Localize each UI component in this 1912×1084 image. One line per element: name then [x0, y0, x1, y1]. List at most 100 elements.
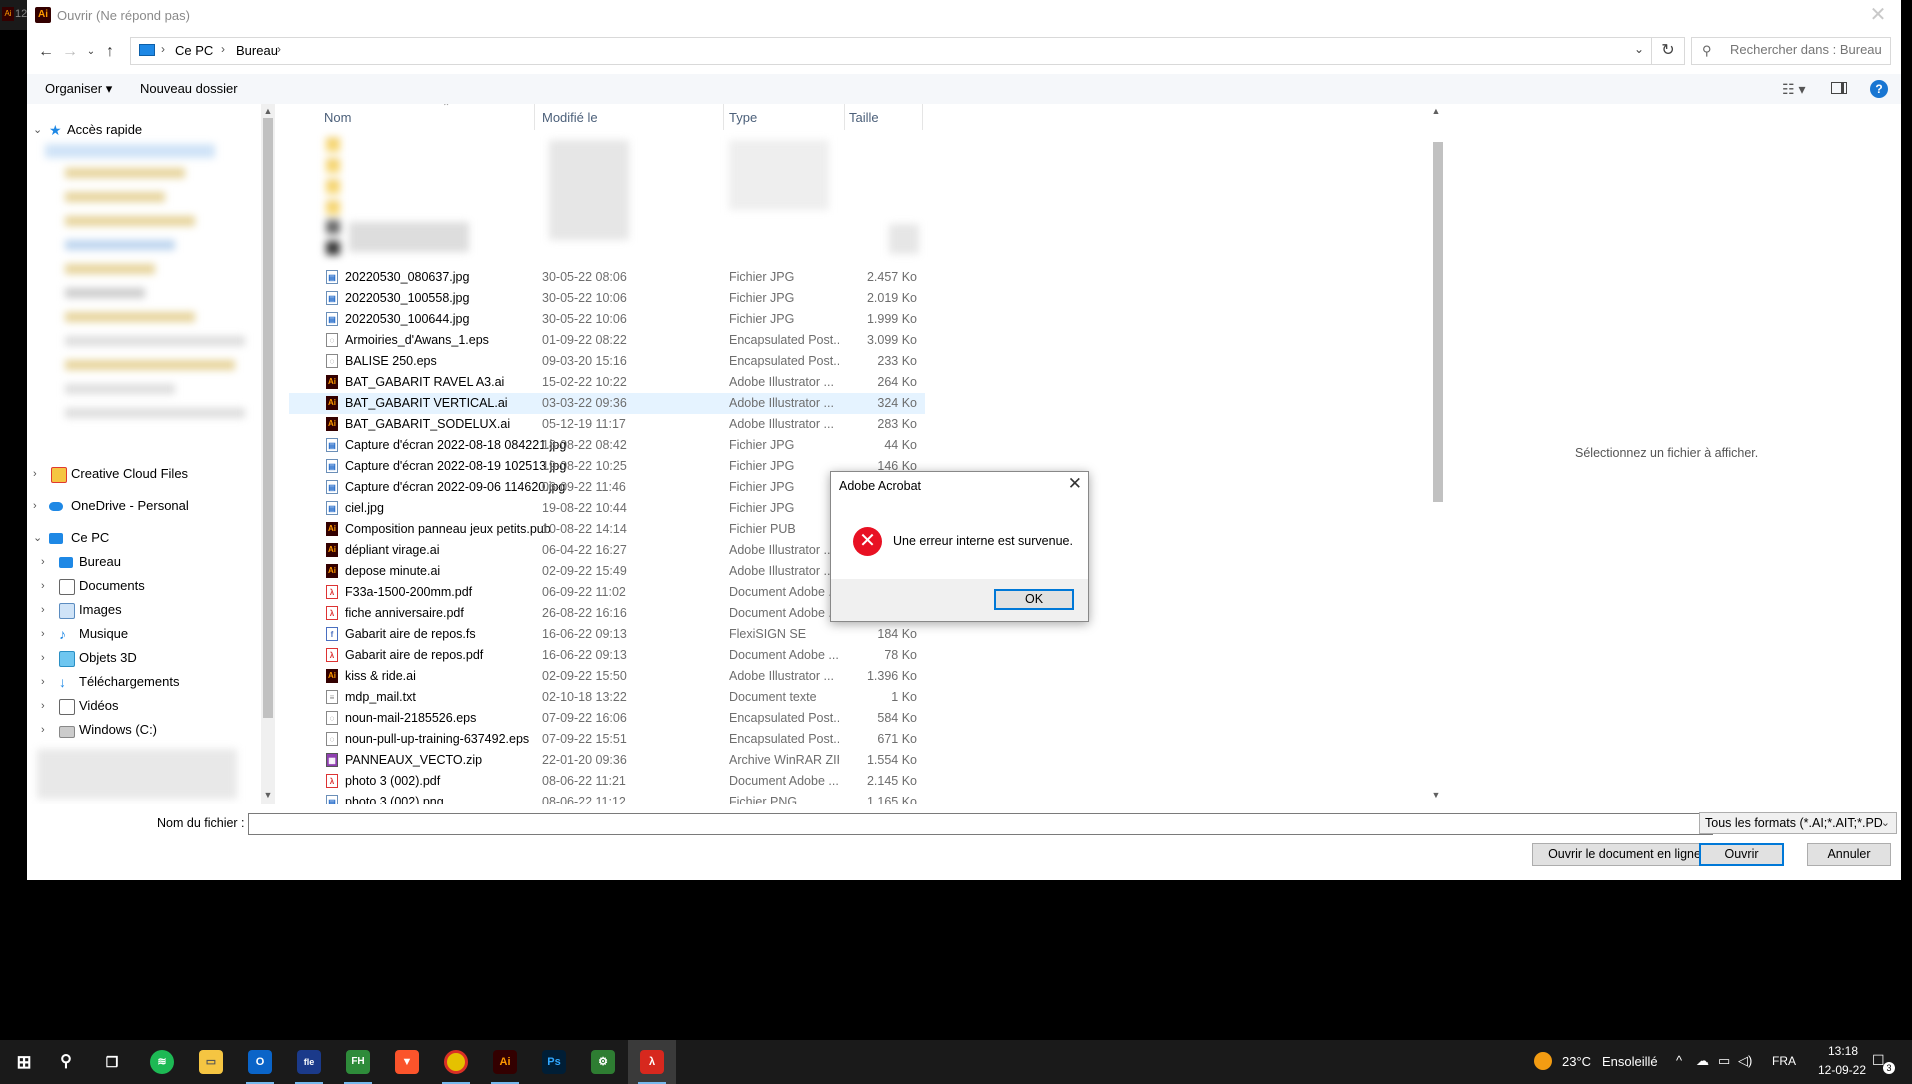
collapsed-chevron-icon[interactable]: ›	[41, 694, 45, 718]
nav-item-documents[interactable]: › Documents	[27, 574, 259, 598]
file-type-filter[interactable]: Tous les formats (*.AI;*.AIT;*.PD ⌄	[1699, 812, 1897, 834]
scroll-down-icon[interactable]: ▼	[1429, 790, 1443, 800]
close-window-button[interactable]: ✕	[1855, 0, 1901, 30]
nav-item-this-pc[interactable]: ⌄ Ce PC	[27, 526, 259, 550]
outlook-app[interactable]: O	[236, 1040, 284, 1084]
new-folder-button[interactable]: Nouveau dossier	[140, 81, 238, 96]
collapsed-chevron-icon[interactable]: ›	[41, 670, 45, 694]
expanded-chevron-icon[interactable]: ⌄	[33, 526, 42, 550]
table-row[interactable]: Ai BAT_GABARIT VERTICAL.ai 03-03-22 09:36 A…	[289, 393, 925, 414]
table-row[interactable]: ◌ noun-mail-2185526.eps 07-09-22 16:06 Enca…	[289, 708, 925, 729]
close-icon[interactable]: ✕	[1068, 474, 1082, 494]
chevron-up-icon[interactable]: ^	[1676, 1053, 1682, 1068]
clock-time[interactable]: 13:18	[1818, 1044, 1868, 1058]
table-row[interactable]: ◌ noun-pull-up-training-637492.eps 07-09-2…	[289, 729, 925, 750]
scroll-up-icon[interactable]: ▲	[261, 106, 275, 116]
search-input[interactable]	[1730, 42, 1885, 57]
start-button[interactable]: ⊞	[0, 1040, 48, 1084]
table-row[interactable]: f Gabarit aire de repos.fs 16-06-22 09:13 F…	[289, 624, 925, 645]
task-view-button[interactable]: ❐	[88, 1040, 136, 1084]
scroll-down-icon[interactable]: ▼	[261, 790, 275, 800]
weather-description[interactable]: Ensoleillé	[1602, 1054, 1658, 1069]
spotify-app[interactable]: ≋	[138, 1040, 186, 1084]
nav-item-music[interactable]: › ♪ Musique	[27, 622, 259, 646]
taskbar-search-button[interactable]: ⚲	[42, 1040, 90, 1084]
refresh-icon[interactable]: ↻	[1651, 38, 1684, 64]
help-icon[interactable]: ?	[1870, 80, 1888, 98]
back-arrow-icon[interactable]: ←	[34, 40, 58, 64]
volume-icon[interactable]: ◁)	[1738, 1053, 1752, 1069]
nav-item-creative-cloud[interactable]: › Creative Cloud Files	[27, 462, 259, 486]
table-row[interactable]: Ai BAT_GABARIT_SODELUX.ai 05-12-19 11:17 Ad…	[289, 414, 925, 435]
weather-temperature[interactable]: 23°C	[1562, 1054, 1591, 1069]
breadcrumb-separator-icon[interactable]: ›	[277, 42, 281, 56]
photoshop-app[interactable]: Ps	[530, 1040, 578, 1084]
open-online-button[interactable]: Ouvrir le document en ligne	[1532, 843, 1717, 866]
sun-icon[interactable]	[1534, 1052, 1552, 1070]
preview-pane-icon[interactable]	[1831, 82, 1847, 94]
nav-item-3d-objects[interactable]: › Objets 3D	[27, 646, 259, 670]
collapsed-chevron-icon[interactable]: ›	[41, 646, 45, 670]
expanded-chevron-icon[interactable]: ⌄	[33, 118, 42, 142]
network-icon[interactable]: ▭	[1718, 1053, 1730, 1069]
table-row[interactable]: λ photo 3 (002).pdf 08-06-22 11:21 Document…	[289, 771, 925, 792]
brave-app[interactable]: ▼	[383, 1040, 431, 1084]
column-header-name[interactable]: Nom	[324, 110, 351, 125]
input-language[interactable]: FRA	[1772, 1054, 1796, 1068]
collapsed-chevron-icon[interactable]: ›	[33, 494, 37, 518]
cloud-icon[interactable]: ☁	[1696, 1053, 1709, 1069]
table-row[interactable]: Ai kiss & ride.ai 02-09-22 15:50 Adobe Illu…	[289, 666, 925, 687]
scroll-up-icon[interactable]: ▲	[1429, 106, 1443, 116]
ok-button[interactable]: OK	[994, 589, 1074, 610]
settings-app[interactable]: ⚙	[579, 1040, 627, 1084]
file-list-scrollbar[interactable]: ▲ ▼	[1429, 104, 1445, 804]
table-row[interactable]: ≡ mdp_mail.txt 02-10-18 13:22 Document text…	[289, 687, 925, 708]
file-explorer-app[interactable]: ▭	[187, 1040, 235, 1084]
nav-item-quick-access[interactable]: ⌄ ★ Accès rapide	[27, 118, 259, 142]
search-box[interactable]: ⚲	[1691, 37, 1891, 65]
navigation-scrollbar[interactable]: ▲ ▼	[261, 104, 275, 804]
collapsed-chevron-icon[interactable]: ›	[41, 718, 45, 742]
column-divider[interactable]	[922, 104, 923, 130]
clock-date[interactable]: 12-09-22	[1814, 1063, 1870, 1077]
table-row[interactable]: ▦ PANNEAUX_VECTO.zip 22-01-20 09:36 Archive…	[289, 750, 925, 771]
filename-field[interactable]: ⌄	[248, 813, 1713, 835]
column-header-modified[interactable]: Modifié le	[542, 110, 598, 125]
filename-input[interactable]	[253, 816, 1673, 830]
nav-item-pictures[interactable]: › Images	[27, 598, 259, 622]
collapsed-chevron-icon[interactable]: ›	[41, 622, 45, 646]
open-button[interactable]: Ouvrir	[1699, 843, 1784, 866]
table-row[interactable]: ◌ BALISE 250.eps 09-03-20 15:16 Encapsulate…	[289, 351, 925, 372]
nav-item-videos[interactable]: › Vidéos	[27, 694, 259, 718]
table-row[interactable]: ▤ 20220530_100644.jpg 30-05-22 10:06 Fichie…	[289, 309, 925, 330]
scroll-thumb[interactable]	[1433, 142, 1443, 502]
table-row[interactable]: ▤ 20220530_100558.jpg 30-05-22 10:06 Fichie…	[289, 288, 925, 309]
table-row[interactable]: ◌ Armoiries_d'Awans_1.eps 01-09-22 08:22 En…	[289, 330, 925, 351]
column-header-type[interactable]: Type	[729, 110, 757, 125]
address-bar[interactable]: › Ce PC › Bureau › ⌄ ↻	[130, 37, 1685, 65]
table-row[interactable]: Ai BAT_GABARIT RAVEL A3.ai 15-02-22 10:22 A…	[289, 372, 925, 393]
flexi-app[interactable]: fle	[285, 1040, 333, 1084]
nav-item-desktop[interactable]: › Bureau	[27, 550, 259, 574]
nav-item-windows-c[interactable]: › Windows (C:)	[27, 718, 259, 742]
collapsed-chevron-icon[interactable]: ›	[41, 574, 45, 598]
column-header-size[interactable]: Taille	[849, 110, 879, 125]
table-row[interactable]: λ Gabarit aire de repos.pdf 16-06-22 09:13…	[289, 645, 925, 666]
collapsed-chevron-icon[interactable]: ›	[41, 550, 45, 574]
organize-button[interactable]: Organiser ▾	[45, 81, 112, 97]
address-dropdown-icon[interactable]: ⌄	[1634, 42, 1644, 56]
table-row[interactable]: ▤ Capture d'écran 2022-08-18 084221.jpg 18…	[289, 435, 925, 456]
cancel-button[interactable]: Annuler	[1807, 843, 1891, 866]
breadcrumb-desktop[interactable]: Bureau	[236, 43, 278, 58]
nav-item-onedrive[interactable]: › OneDrive - Personal	[27, 494, 259, 518]
acrobat-app[interactable]: λ	[628, 1040, 676, 1084]
chevron-down-icon[interactable]: ⌄	[1881, 813, 1890, 833]
scroll-thumb[interactable]	[263, 118, 273, 718]
column-divider[interactable]	[534, 104, 535, 130]
table-row[interactable]: ▤ photo 3 (002).png 08-06-22 11:12 Fichier …	[289, 792, 925, 804]
up-arrow-icon[interactable]: ↑	[98, 40, 122, 64]
column-divider[interactable]	[844, 104, 845, 130]
column-divider[interactable]	[723, 104, 724, 130]
collapsed-chevron-icon[interactable]: ›	[33, 462, 37, 486]
illustrator-app[interactable]: Ai	[481, 1040, 529, 1084]
